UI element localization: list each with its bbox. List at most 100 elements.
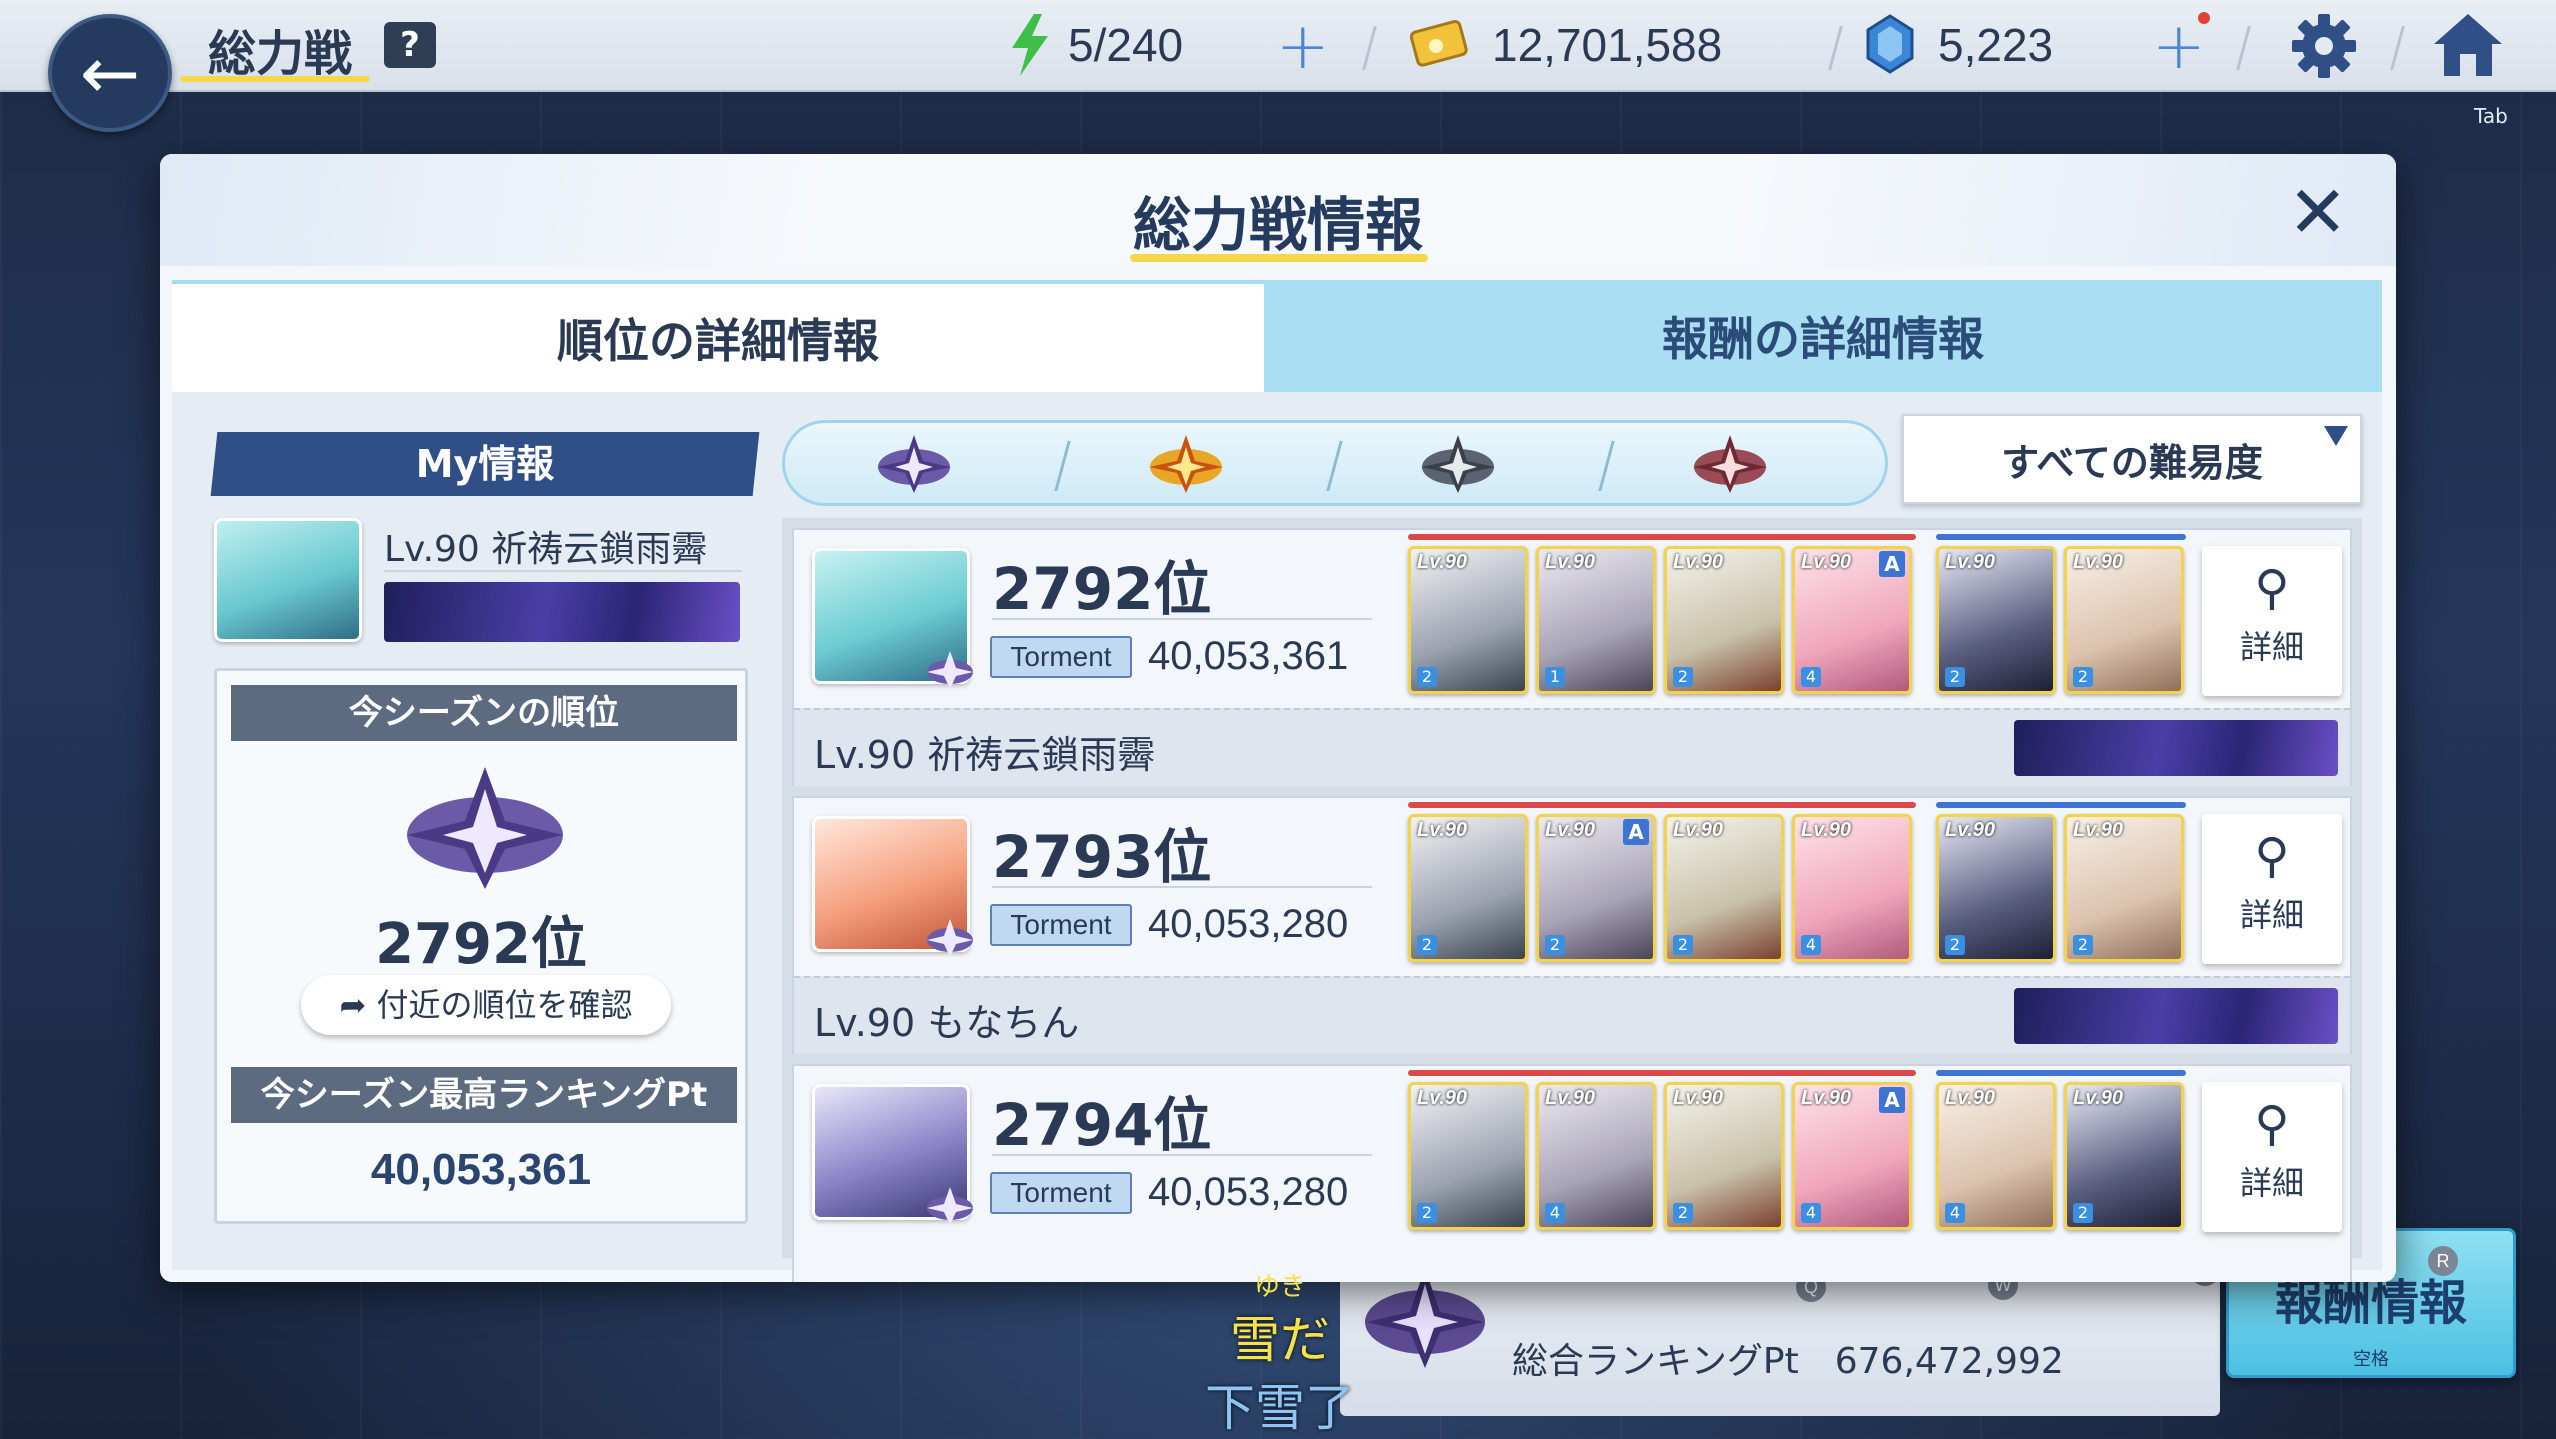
unit-level: Lv.90 xyxy=(2073,1087,2124,1109)
top-bar: 総力戦 ? 5/240 + 12,701,588 5,223 + xyxy=(0,0,2556,92)
subtitle-ruby: ゆき xyxy=(1253,1272,1306,1302)
help-button[interactable]: ? xyxy=(384,22,436,68)
gear-icon[interactable] xyxy=(2290,12,2358,80)
difficulty-emblem-red-icon[interactable] xyxy=(1691,433,1769,495)
unit-portrait[interactable]: Lv.90 2 xyxy=(1408,814,1528,962)
rank-emblem-icon xyxy=(927,1187,973,1225)
modal-header: 総力戦情報 ✕ xyxy=(160,154,2396,266)
unit-portrait[interactable]: Lv.90 2 xyxy=(1936,546,2056,694)
unit-portrait[interactable]: Lv.90 4 xyxy=(1936,1082,2056,1230)
unit-star: 2 xyxy=(1417,667,1437,687)
my-info-header-label: My情報 xyxy=(415,442,555,486)
ranking-list[interactable]: 2792位 Torment 40,053,361 Lv.90 2 Lv.90 1 L… xyxy=(782,518,2362,1282)
row-rank: 2792位 xyxy=(992,555,1212,623)
title-underline xyxy=(180,76,370,82)
detail-button[interactable]: ⚲ 詳細 xyxy=(2202,1082,2342,1232)
add-stamina-button[interactable]: + xyxy=(1276,10,1330,84)
unit-portrait[interactable]: Lv.90 2 xyxy=(1664,1082,1784,1230)
difficulty-dropdown-label: すべての難易度 xyxy=(2001,440,2263,485)
unit-portrait[interactable]: Lv.90 2 xyxy=(2064,1082,2184,1230)
tab-bar: 順位の詳細情報 報酬の詳細情報 xyxy=(172,280,2382,392)
unit-star: 2 xyxy=(2073,935,2093,955)
gem-icon xyxy=(1866,14,1914,74)
unit-portrait[interactable]: Lv.90 A 4 xyxy=(1792,546,1912,694)
share-arrow-icon: ➦ xyxy=(339,986,377,1024)
unit-level: Lv.90 xyxy=(1417,551,1468,573)
raid-info-modal: 総力戦情報 ✕ 順位の詳細情報 報酬の詳細情報 My情報 Lv.90 祈祷云鎖雨… xyxy=(160,154,2396,1282)
unit-level: Lv.90 xyxy=(1945,819,1996,841)
unit-portrait[interactable]: Lv.90 2 xyxy=(1408,1082,1528,1230)
nearby-rank-button[interactable]: ➦ 付近の順位を確認 xyxy=(301,975,671,1035)
home-icon[interactable] xyxy=(2430,10,2506,80)
unit-star: 2 xyxy=(1417,1203,1437,1223)
divider xyxy=(1054,441,1071,491)
difficulty-dropdown[interactable]: すべての難易度 xyxy=(1902,414,2362,504)
unit-portrait[interactable]: Lv.90 2 xyxy=(1664,546,1784,694)
tab-reward-details[interactable]: 報酬の詳細情報 xyxy=(1264,280,2382,392)
unit-portrait[interactable]: Lv.90 4 xyxy=(1536,1082,1656,1230)
unit-tag: A xyxy=(1879,551,1905,577)
unit-star: 4 xyxy=(1945,1203,1965,1223)
detail-label: 詳細 xyxy=(2239,628,2304,666)
unit-star: 2 xyxy=(1945,935,1965,955)
difficulty-emblem-purple-icon[interactable] xyxy=(875,433,953,495)
unit-level: Lv.90 xyxy=(1801,819,1852,841)
ranking-row: 2792位 Torment 40,053,361 Lv.90 2 Lv.90 1 L… xyxy=(792,528,2352,786)
key-hint-r: R xyxy=(2428,1246,2458,1276)
unit-portrait[interactable]: Lv.90 4 xyxy=(1792,814,1912,962)
player-name: Lv.90 祈祷云鎖雨霽 xyxy=(814,733,1156,777)
credit-icon xyxy=(1410,20,1468,67)
unit-level: Lv.90 xyxy=(1545,1087,1596,1109)
modal-title: 総力戦情報 xyxy=(1132,191,1423,259)
unit-portrait[interactable]: Lv.90 2 xyxy=(1936,814,2056,962)
unit-portrait[interactable]: Lv.90 2 xyxy=(1664,814,1784,962)
difficulty-badge: Torment xyxy=(990,1172,1132,1214)
profile-banner xyxy=(2014,988,2338,1044)
difficulty-emblem-gray-icon[interactable] xyxy=(1419,433,1497,495)
ranking-row: 2793位 Torment 40,053,280 Lv.90 2 Lv.90 A 2 … xyxy=(792,796,2352,1054)
rank-emblem-icon xyxy=(927,651,973,689)
unit-tag: A xyxy=(1879,1087,1905,1113)
tab-ranking-details[interactable]: 順位の詳細情報 xyxy=(172,280,1264,392)
ranking-row: 2794位 Torment 40,053,280 Lv.90 2 Lv.90 4 L… xyxy=(792,1064,2352,1282)
row-score: 40,053,280 xyxy=(1148,1170,1349,1214)
gems-value: 5,223 xyxy=(1938,19,2054,71)
title-underline xyxy=(1130,254,1428,262)
back-button[interactable]: ← xyxy=(48,14,172,132)
unit-level: Lv.90 xyxy=(1945,551,1996,573)
unit-star: 2 xyxy=(1673,935,1693,955)
detail-button[interactable]: ⚲ 詳細 xyxy=(2202,814,2342,964)
rank-emblem-icon xyxy=(407,767,563,889)
difficulty-filter-bar xyxy=(782,420,1888,506)
profile-banner xyxy=(384,582,740,642)
unit-portrait[interactable]: Lv.90 A 2 xyxy=(1536,814,1656,962)
unit-level: Lv.90 xyxy=(1945,1087,1996,1109)
unit-star: 4 xyxy=(1801,667,1821,687)
unit-portrait[interactable]: Lv.90 A 4 xyxy=(1792,1082,1912,1230)
avatar xyxy=(214,518,362,642)
special-team-bar xyxy=(1936,1070,2186,1076)
row-rank: 2794位 xyxy=(992,1091,1212,1159)
row-score: 40,053,361 xyxy=(1148,634,1349,678)
divider xyxy=(992,886,1372,888)
unit-star: 1 xyxy=(1545,667,1565,687)
difficulty-emblem-gold-icon[interactable] xyxy=(1147,433,1225,495)
close-button[interactable]: ✕ xyxy=(2288,176,2348,248)
subtitle-japanese: 雪だ xyxy=(1230,1311,1330,1369)
unit-star: 4 xyxy=(1545,1203,1565,1223)
unit-portrait[interactable]: Lv.90 2 xyxy=(2064,814,2184,962)
unit-star: 2 xyxy=(1545,935,1565,955)
add-gems-button[interactable]: + xyxy=(2152,10,2206,84)
unit-level: Lv.90 xyxy=(2073,551,2124,573)
search-icon: ⚲ xyxy=(2254,560,2290,616)
striker-team-bar xyxy=(1408,534,1916,540)
unit-portrait[interactable]: Lv.90 2 xyxy=(1408,546,1528,694)
nearby-rank-label: 付近の順位を確認 xyxy=(376,986,633,1024)
page-title: 総力戦 xyxy=(208,26,353,82)
stamina-value: 5/240 xyxy=(1068,19,1184,71)
row-rank: 2793位 xyxy=(992,823,1212,891)
divider xyxy=(1828,26,1843,70)
unit-portrait[interactable]: Lv.90 2 xyxy=(2064,546,2184,694)
unit-portrait[interactable]: Lv.90 1 xyxy=(1536,546,1656,694)
detail-button[interactable]: ⚲ 詳細 xyxy=(2202,546,2342,696)
